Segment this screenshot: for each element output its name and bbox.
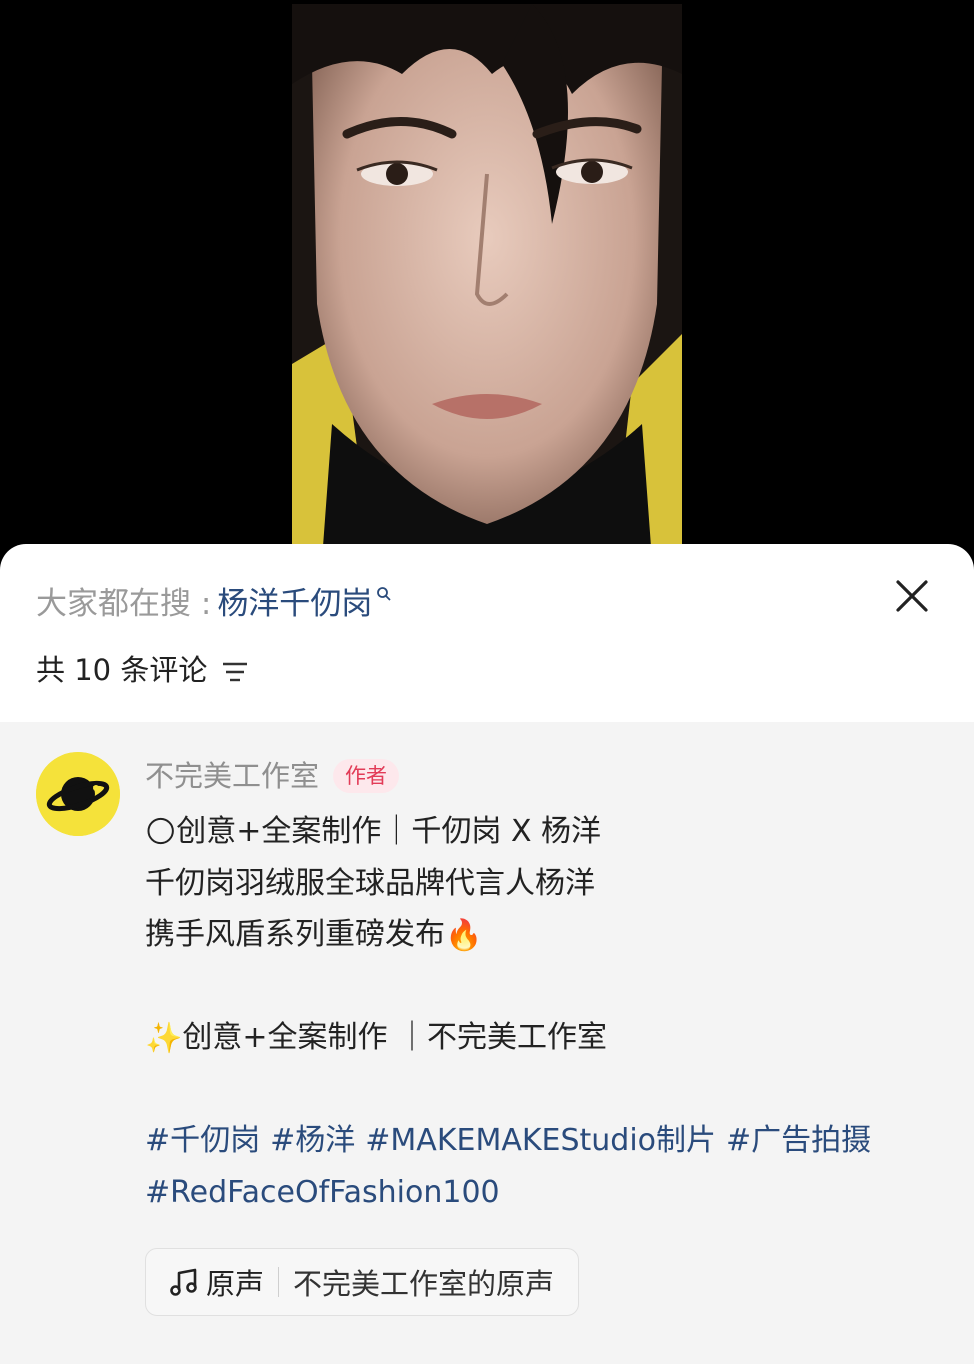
author-badge: 作者 <box>333 759 400 793</box>
trending-search-term[interactable]: 杨洋千仞岗 <box>217 584 372 624</box>
author-name[interactable]: 不完美工作室 <box>145 756 319 796</box>
comment-item: 不完美工作室 作者 🌕创意+全案制作｜千仞岗 X 杨洋 千仞岗羽绒服全球品牌代言… <box>0 722 974 1364</box>
audio-title: 不完美工作室的原声 <box>293 1267 555 1301</box>
audio-divider <box>278 1267 280 1297</box>
video-area[interactable] <box>0 0 974 560</box>
hashtag-line: #千仞岗 #杨洋 #MAKEMAKEStudio制片 #广告拍摄 <box>145 1115 925 1167</box>
sparkles-emoji: ✨ <box>145 1020 183 1056</box>
trending-search-row[interactable]: 大家都在搜 : 杨洋千仞岗 <box>36 584 392 624</box>
comment-sheet: 大家都在搜 : 杨洋千仞岗 共 10 条评论 不完美工作室 作者 🌕创意+全案制… <box>0 544 974 1364</box>
comment-line-text: 携手风盾系列重磅发布 <box>145 917 445 952</box>
comment-blank-line <box>145 961 925 1013</box>
original-audio-button[interactable]: 原声 不完美工作室的原声 <box>145 1248 580 1316</box>
hashtag[interactable]: #广告拍摄 <box>726 1123 871 1158</box>
comment-line: 🌕创意+全案制作｜千仞岗 X 杨洋 <box>145 806 925 858</box>
comment-line-text: 创意+全案制作 ｜不完美工作室 <box>182 1020 608 1055</box>
hashtag[interactable]: #杨洋 <box>270 1123 355 1158</box>
comment-blank-line <box>145 1064 925 1116</box>
comment-text: 🌕创意+全案制作｜千仞岗 X 杨洋 千仞岗羽绒服全球品牌代言人杨洋 携手风盾系列… <box>145 806 925 1218</box>
comment-line-text: 千仞岗羽绒服全球品牌代言人杨洋 <box>145 865 595 901</box>
hashtag[interactable]: #MAKEMAKEStudio制片 <box>365 1123 716 1158</box>
avatar[interactable] <box>36 752 120 836</box>
trending-search-prefix: 大家都在搜 : <box>36 586 212 622</box>
hashtag[interactable]: #千仞岗 <box>145 1123 260 1158</box>
close-icon[interactable] <box>894 578 930 614</box>
audio-label: 原声 <box>206 1267 265 1301</box>
comment-count-row: 共 10 条评论 <box>36 650 249 690</box>
comment-line: 千仞岗羽绒服全球品牌代言人杨洋 <box>145 858 925 910</box>
hashtag-line: #RedFaceOfFashion100 <box>145 1167 925 1219</box>
moon-emoji: 🌕 <box>145 814 177 850</box>
fire-emoji: 🔥 <box>445 917 483 953</box>
music-note-icon <box>170 1268 197 1296</box>
portrait-image <box>292 4 682 560</box>
comment-line: 携手风盾系列重磅发布🔥 <box>145 909 925 961</box>
hashtag[interactable]: #RedFaceOfFashion100 <box>145 1175 500 1210</box>
author-row: 不完美工作室 作者 <box>145 756 400 796</box>
comment-count: 共 10 条评论 <box>36 653 208 687</box>
planet-logo-icon <box>36 752 120 836</box>
sort-icon[interactable] <box>221 661 249 683</box>
search-icon <box>377 587 391 601</box>
comment-line-text: 创意+全案制作｜千仞岗 X 杨洋 <box>176 814 602 849</box>
comment-line: ✨创意+全案制作 ｜不完美工作室 <box>145 1012 925 1064</box>
